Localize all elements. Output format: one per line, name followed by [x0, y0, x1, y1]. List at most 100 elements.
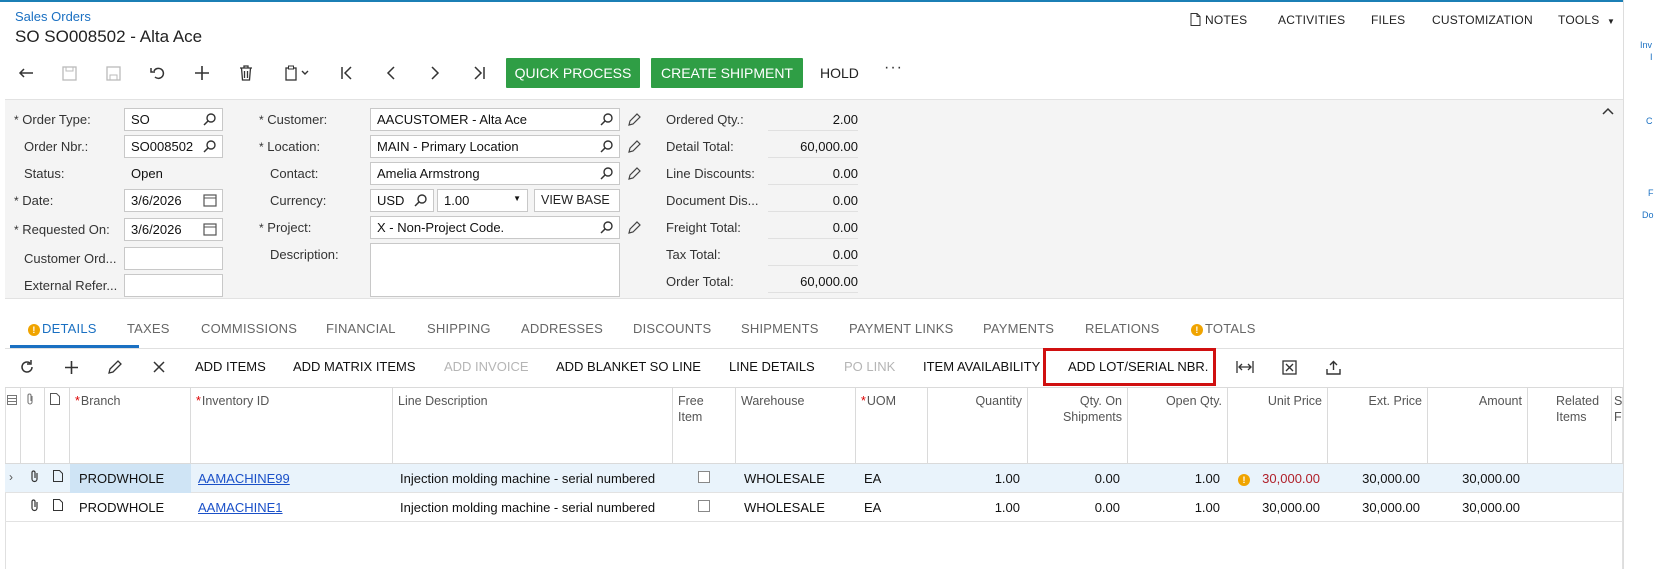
column-line-description[interactable]: Line Description [393, 387, 673, 464]
delete-row-icon[interactable] [147, 355, 171, 379]
cell-branch[interactable]: PRODWHOLE [79, 500, 164, 515]
search-icon[interactable] [600, 220, 614, 234]
tab-payments[interactable]: PAYMENTS [983, 321, 1054, 336]
add-blanket-so-line-button[interactable]: ADD BLANKET SO LINE [556, 359, 701, 374]
column-inventory-id[interactable]: *Inventory ID [191, 387, 393, 464]
tools-menu[interactable]: TOOLS ▼ [1558, 13, 1615, 27]
document-discount-value[interactable]: 0.00 [768, 193, 858, 212]
previous-record-icon[interactable] [378, 60, 404, 86]
cell-line-description[interactable]: Injection molding machine - serial numbe… [400, 500, 655, 515]
location-field[interactable]: MAIN - Primary Location [370, 135, 620, 158]
edit-contact-icon[interactable] [628, 167, 641, 183]
add-invoice-button[interactable]: ADD INVOICE [444, 359, 529, 374]
column-settings-icon[interactable] [5, 387, 21, 464]
contact-field[interactable]: Amelia Armstrong [370, 162, 620, 185]
side-link-5[interactable]: Do [1642, 210, 1654, 220]
hold-button[interactable]: HOLD [820, 65, 859, 81]
export-excel-icon[interactable] [1277, 355, 1301, 379]
project-field[interactable]: X - Non-Project Code. [370, 216, 620, 239]
tab-totals[interactable]: ! TOTALS [1191, 321, 1256, 336]
collapse-icon[interactable] [1602, 102, 1614, 118]
column-related-items[interactable]: Related Items [1528, 387, 1612, 464]
last-record-icon[interactable] [466, 60, 492, 86]
column-unit-price[interactable]: Unit Price [1228, 387, 1328, 464]
side-link-2[interactable]: I [1650, 52, 1653, 62]
cell-branch[interactable]: PRODWHOLE [79, 471, 164, 486]
back-icon[interactable] [13, 60, 39, 86]
edit-location-icon[interactable] [628, 140, 641, 156]
add-matrix-items-button[interactable]: ADD MATRIX ITEMS [293, 359, 416, 374]
save-icon[interactable] [100, 60, 126, 86]
column-quantity[interactable]: Quantity [928, 387, 1028, 464]
side-link-4[interactable]: F [1648, 188, 1654, 198]
search-icon[interactable] [600, 166, 614, 180]
line-details-button[interactable]: LINE DETAILS [729, 359, 815, 374]
copy-paste-icon[interactable] [278, 60, 318, 86]
activities-button[interactable]: ACTIVITIES [1278, 13, 1345, 27]
currency-rate-select[interactable]: 1.00 ▼ [437, 189, 528, 212]
add-icon[interactable] [189, 60, 215, 86]
files-button[interactable]: FILES [1371, 13, 1405, 27]
attachment-icon[interactable] [30, 499, 40, 515]
customer-order-field[interactable] [124, 247, 223, 270]
column-qty-on-shipments[interactable]: Qty. On Shipments [1028, 387, 1128, 464]
requested-on-field[interactable]: 3/6/2026 [124, 218, 223, 241]
date-field[interactable]: 3/6/2026 [124, 189, 223, 212]
view-base-button[interactable]: VIEW BASE [534, 189, 620, 212]
next-record-icon[interactable] [422, 60, 448, 86]
order-type-field[interactable]: SO [124, 108, 223, 131]
undo-icon[interactable] [145, 60, 171, 86]
po-link-button[interactable]: PO LINK [844, 359, 895, 374]
add-items-button[interactable]: ADD ITEMS [195, 359, 266, 374]
cell-uom[interactable]: EA [864, 500, 881, 515]
tab-taxes[interactable]: TAXES [127, 321, 170, 336]
fit-columns-icon[interactable] [1233, 355, 1257, 379]
note-icon[interactable] [53, 499, 63, 514]
order-nbr-field[interactable]: SO008502 [124, 135, 223, 158]
cell-quantity[interactable]: 1.00 [928, 500, 1020, 515]
calendar-icon[interactable] [203, 193, 217, 207]
search-icon[interactable] [203, 112, 217, 126]
free-item-checkbox[interactable] [698, 471, 710, 483]
calendar-icon[interactable] [203, 222, 217, 236]
tab-addresses[interactable]: ADDRESSES [521, 321, 603, 336]
row-expand-icon[interactable]: › [9, 470, 13, 484]
description-field[interactable] [370, 243, 620, 297]
cell-line-description[interactable]: Injection molding machine - serial numbe… [400, 471, 655, 486]
search-icon[interactable] [414, 193, 428, 207]
cell-warehouse[interactable]: WHOLESALE [744, 471, 825, 486]
column-open-qty[interactable]: Open Qty. [1128, 387, 1228, 464]
cell-unit-price[interactable]: 30,000.00 [1228, 471, 1320, 486]
delete-icon[interactable] [233, 60, 259, 86]
cell-warehouse[interactable]: WHOLESALE [744, 500, 825, 515]
column-truncated[interactable]: SF [1612, 387, 1623, 464]
tab-relations[interactable]: RELATIONS [1085, 321, 1160, 336]
notes-button[interactable]: NOTES [1190, 13, 1247, 29]
tab-details[interactable]: ! DETAILS [28, 321, 97, 336]
add-row-icon[interactable] [59, 355, 83, 379]
free-item-checkbox[interactable] [698, 500, 710, 512]
column-ext-price[interactable]: Ext. Price [1328, 387, 1428, 464]
tab-shipping[interactable]: SHIPPING [427, 321, 491, 336]
item-availability-button[interactable]: ITEM AVAILABILITY [923, 359, 1040, 374]
quick-process-button[interactable]: QUICK PROCESS [506, 58, 640, 88]
cell-ext-price[interactable]: 30,000.00 [1328, 500, 1420, 515]
cell-inventory-id[interactable]: AAMACHINE1 [198, 500, 283, 515]
column-warehouse[interactable]: Warehouse [736, 387, 856, 464]
column-uom[interactable]: *UOM [856, 387, 928, 464]
upload-icon[interactable] [1321, 355, 1345, 379]
tab-commissions[interactable]: COMMISSIONS [201, 321, 297, 336]
edit-row-icon[interactable] [103, 355, 127, 379]
search-icon[interactable] [203, 139, 217, 153]
edit-project-icon[interactable] [628, 221, 641, 237]
tab-payment-links[interactable]: PAYMENT LINKS [849, 321, 953, 336]
tab-shipments[interactable]: SHIPMENTS [741, 321, 819, 336]
tab-financial[interactable]: FINANCIAL [326, 321, 396, 336]
cell-quantity[interactable]: 1.00 [928, 471, 1020, 486]
cell-inventory-id[interactable]: AAMACHINE99 [198, 471, 290, 486]
edit-customer-icon[interactable] [628, 113, 641, 129]
more-actions-button[interactable]: ··· [884, 59, 903, 77]
breadcrumb[interactable]: Sales Orders [15, 9, 91, 24]
tab-discounts[interactable]: DISCOUNTS [633, 321, 711, 336]
first-record-icon[interactable] [334, 60, 360, 86]
